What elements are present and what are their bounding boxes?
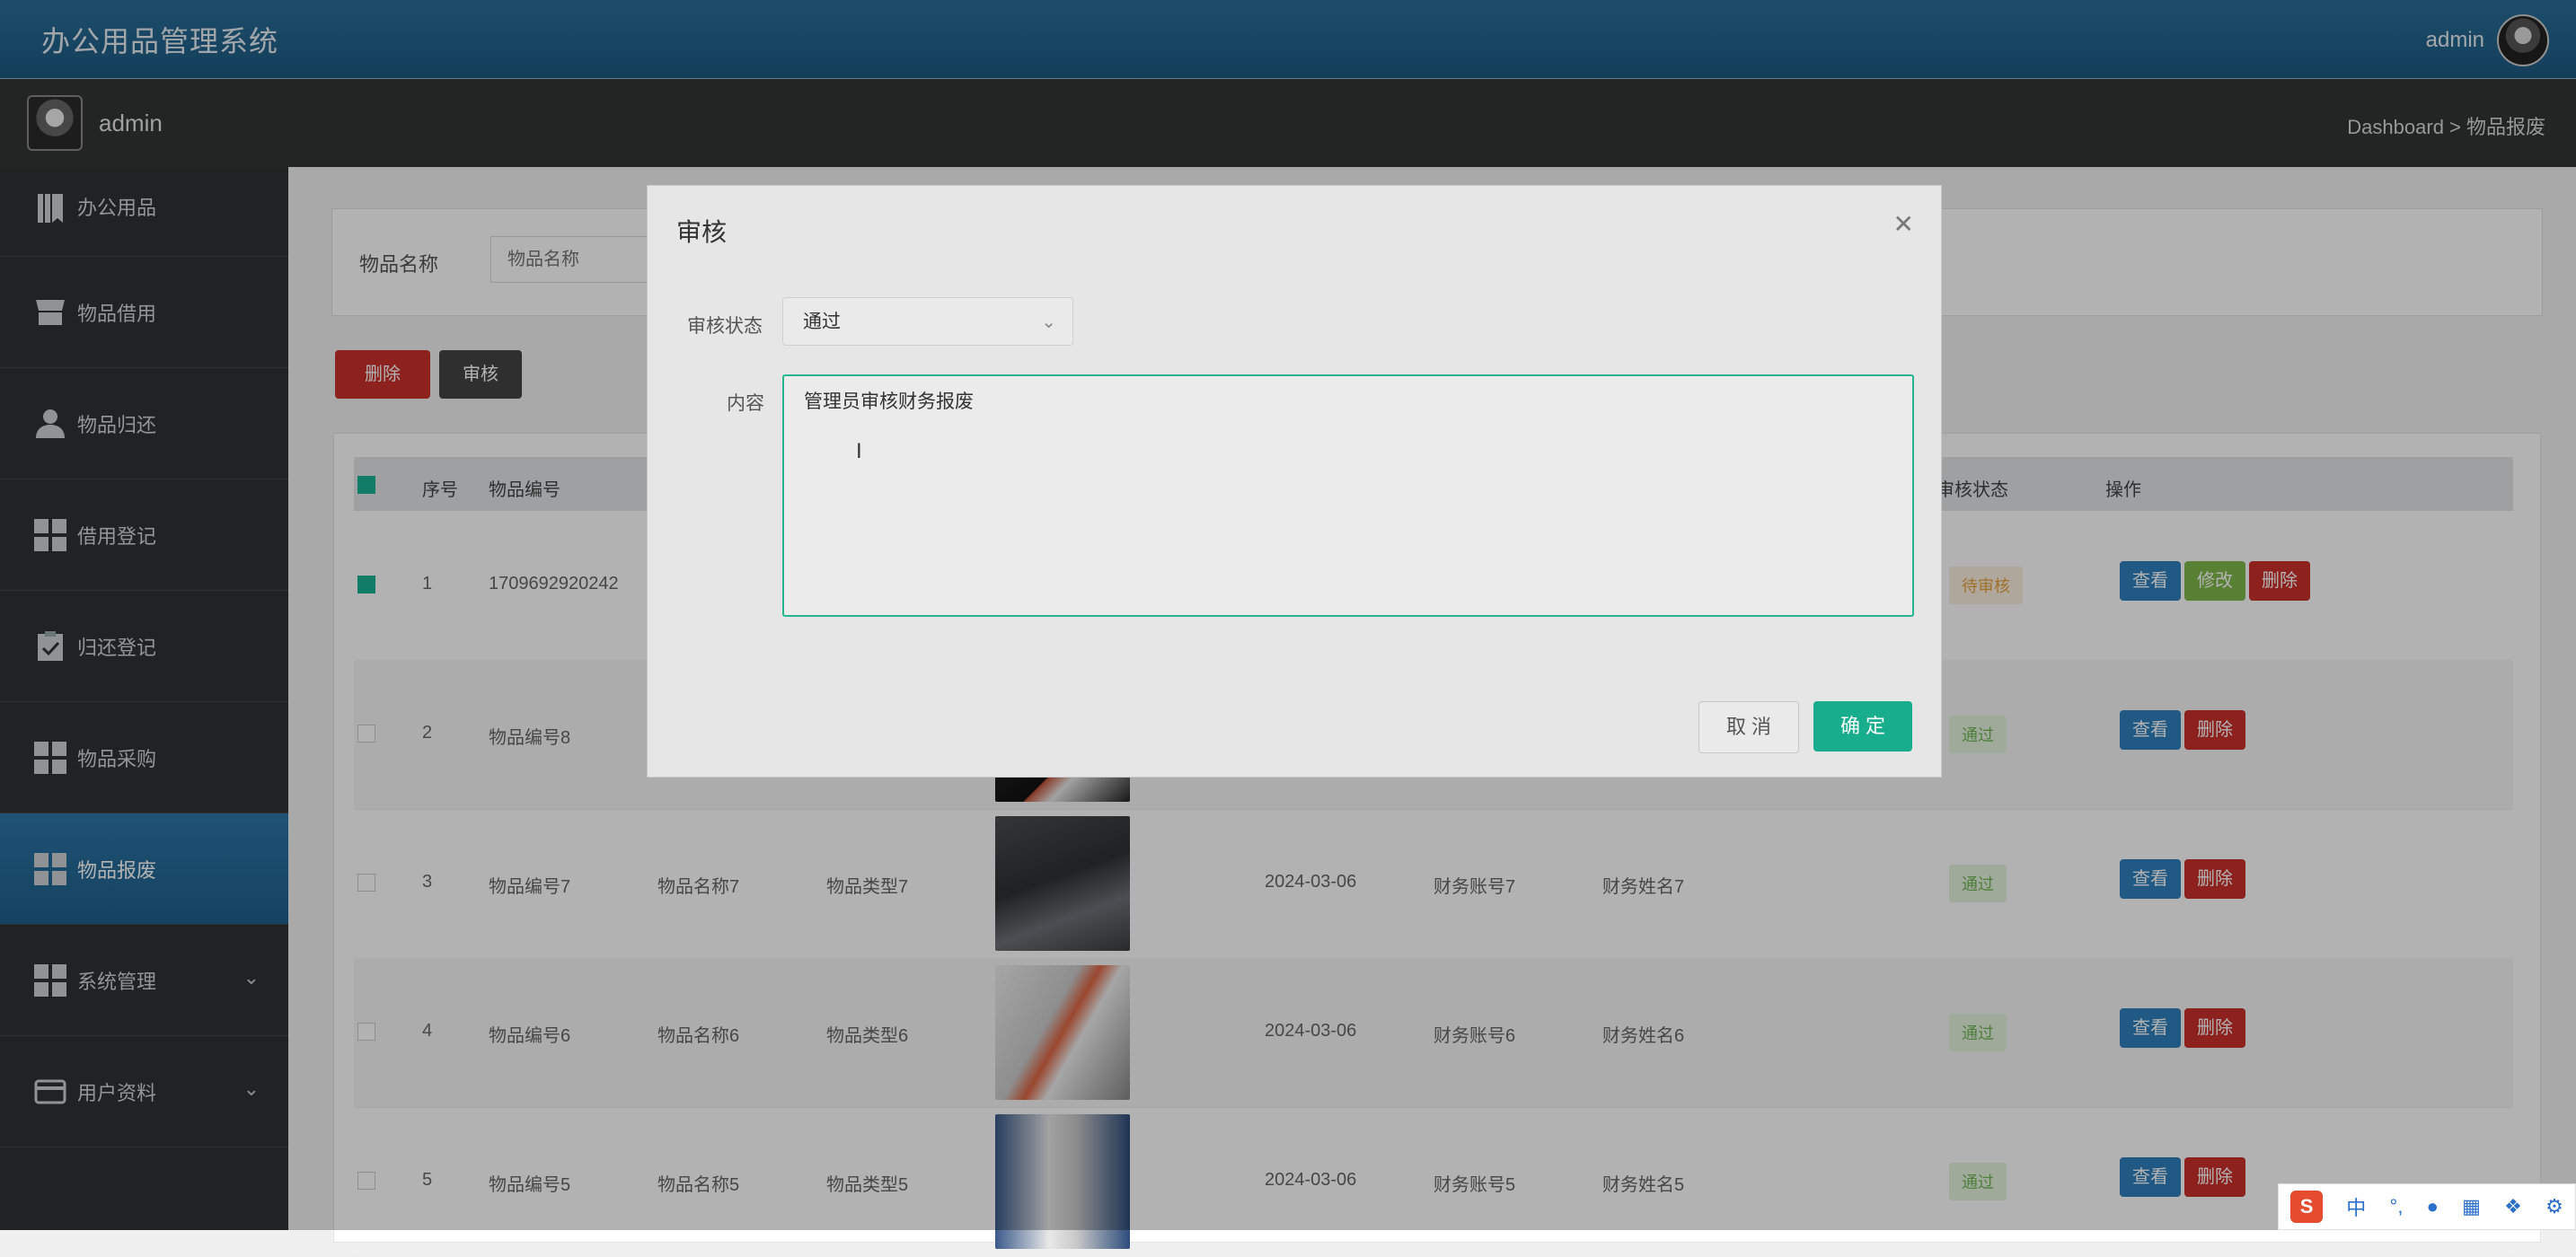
content-textarea[interactable]: 管理员审核财务报废 I: [782, 374, 1914, 617]
status-select-value: 通过: [803, 312, 841, 332]
status-label: 审核状态: [687, 316, 763, 337]
content-label: 内容: [727, 393, 764, 414]
ime-logo-icon[interactable]: S: [2290, 1191, 2324, 1223]
chevron-down-icon: ⌄: [1041, 312, 1056, 332]
text-cursor-icon: I: [856, 439, 862, 463]
settings-icon[interactable]: ⚙: [2545, 1195, 2563, 1218]
skin-icon[interactable]: ❖: [2504, 1195, 2522, 1218]
dialog-title: 审核: [676, 218, 728, 246]
audit-dialog: 审核 ✕ 审核状态 通过 ⌄ 内容 管理员审核财务报废 I 取 消 确 定: [647, 185, 1942, 778]
microphone-icon[interactable]: ●: [2427, 1195, 2439, 1218]
keyboard-icon[interactable]: ▦: [2462, 1195, 2481, 1218]
cancel-button[interactable]: 取 消: [1698, 701, 1799, 753]
ime-toolbar: S 中 °, ● ▦ ❖ ⚙: [2278, 1183, 2576, 1230]
punctuation-icon[interactable]: °,: [2390, 1195, 2404, 1218]
ime-language[interactable]: 中: [2346, 1192, 2366, 1221]
status-select[interactable]: 通过 ⌄: [782, 297, 1073, 346]
confirm-button[interactable]: 确 定: [1813, 701, 1912, 752]
close-icon[interactable]: ✕: [1893, 209, 1914, 239]
content-text: 管理员审核财务报废: [804, 391, 974, 412]
